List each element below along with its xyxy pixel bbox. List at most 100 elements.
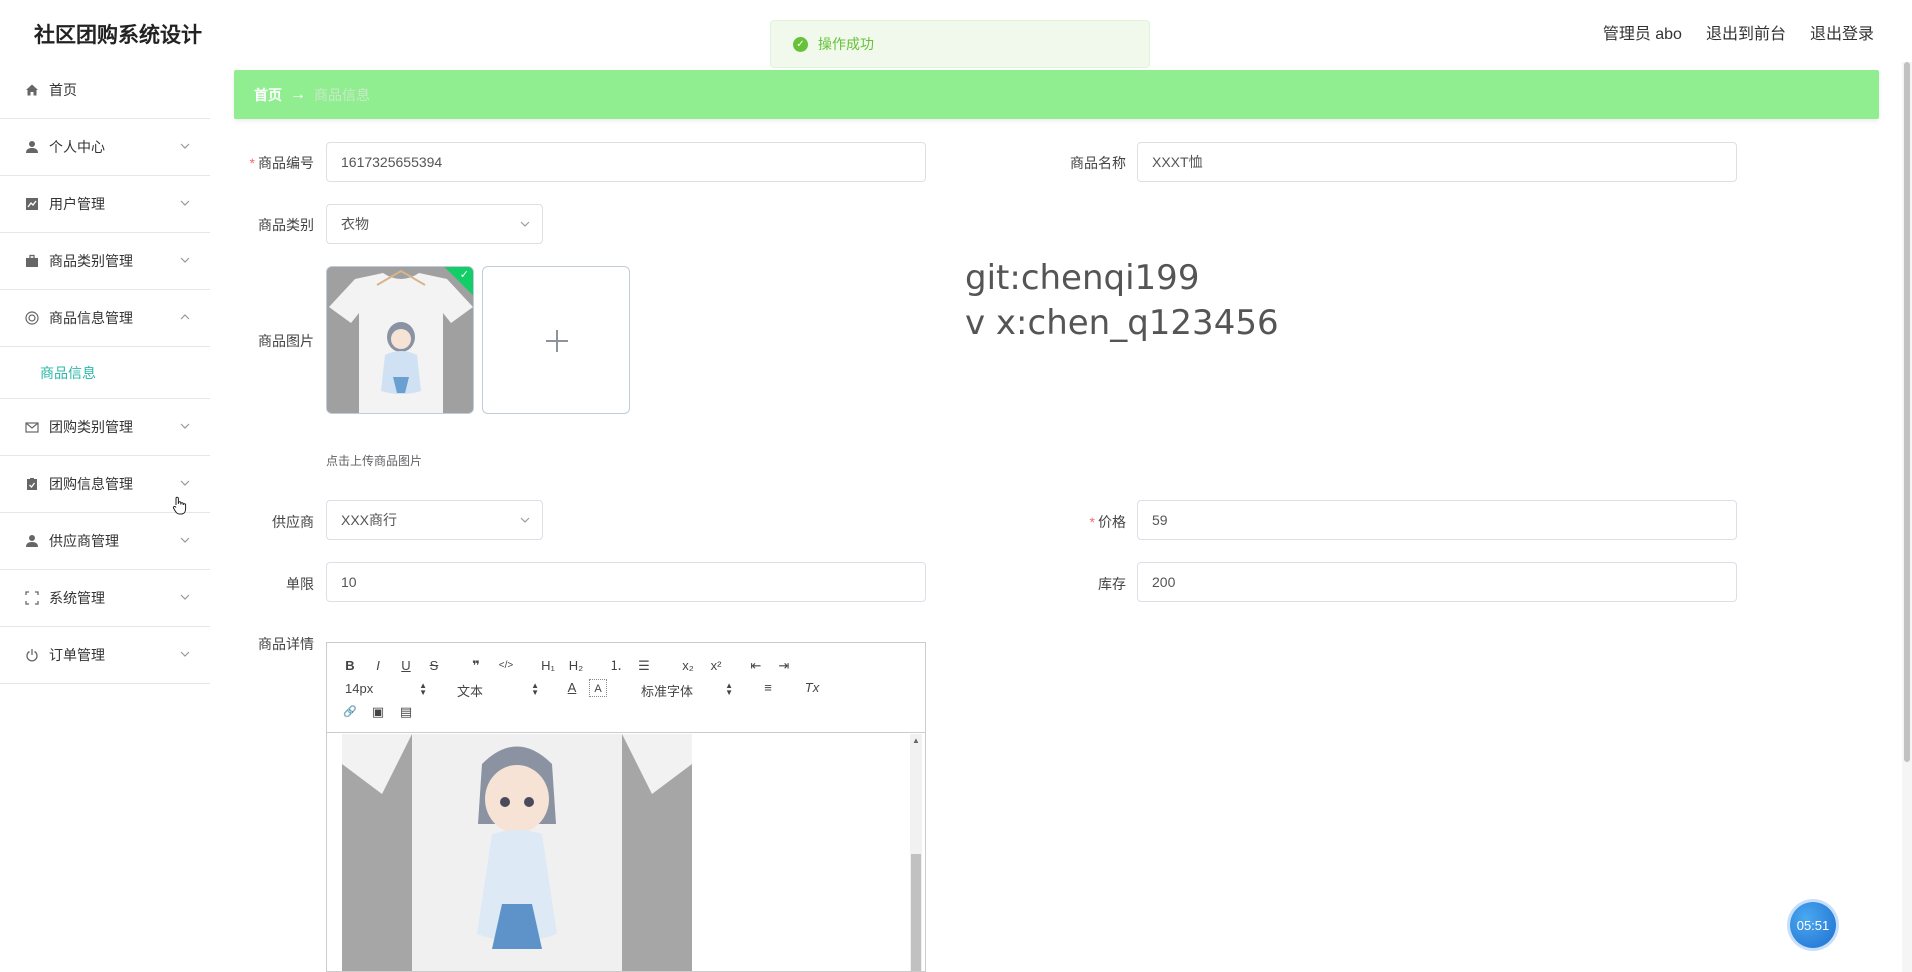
sidebar-item-label: 首页 <box>49 82 77 98</box>
sidebar: 首页 个人中心 用户管理 商品类别管理 商品信息管理 商品信息 团购类别管理 团… <box>0 62 210 972</box>
sidebar-item-label: 团购信息管理 <box>49 476 133 492</box>
chevron-down-icon <box>180 651 190 657</box>
header-links: 管理员 abo 退出到前台 退出登录 <box>1603 20 1874 44</box>
bold-button[interactable]: B <box>341 657 359 675</box>
sidebar-item-label: 订单管理 <box>49 647 105 663</box>
page-scroll-thumb[interactable] <box>1904 62 1910 762</box>
rich-text-editor[interactable]: B I U S ❞ </> H₁ H₂ ⒈ ☰ x₂ x² ⇤ ⇥ 14px ▲ ▼… <box>326 642 926 972</box>
chevron-down-icon <box>180 143 190 149</box>
scroll-up-icon[interactable]: ▲ <box>912 736 920 745</box>
supplier-selected-value: XXX商行 <box>341 512 398 528</box>
chevron-up-icon <box>180 314 190 320</box>
ordered-list-button[interactable]: ⒈ <box>607 657 625 675</box>
clear-format-button[interactable]: Tx <box>801 679 823 697</box>
sidebar-item-label: 商品信息管理 <box>49 310 133 326</box>
sidebar-item-personal-center[interactable]: 个人中心 <box>0 119 210 176</box>
to-frontend-link[interactable]: 退出到前台 <box>1706 20 1786 44</box>
chevron-down-icon <box>180 200 190 206</box>
link-button[interactable]: 🔗 <box>341 703 359 721</box>
chevron-down-icon <box>180 537 190 543</box>
uploaded-image-card[interactable]: ✓ <box>326 266 474 414</box>
watermark-line-2: v x:chen_q123456 <box>965 303 1279 343</box>
tshirt-image <box>327 267 473 413</box>
sidebar-item-product-management[interactable]: 商品信息管理 <box>0 290 210 347</box>
limit-label: 单限 <box>286 576 314 592</box>
product-name-input[interactable]: XXXT恤 <box>1137 142 1737 182</box>
background-color-button[interactable]: A <box>589 679 607 697</box>
h2-button[interactable]: H₂ <box>565 657 587 675</box>
sidebar-item-category-management[interactable]: 商品类别管理 <box>0 233 210 290</box>
logout-link[interactable]: 退出登录 <box>1810 20 1874 44</box>
page-scrollbar[interactable] <box>1902 62 1912 972</box>
sidebar-item-home[interactable]: 首页 <box>0 62 210 119</box>
watermark-text: git:chenqi199 v x:chen_q123456 <box>965 256 1279 346</box>
blockquote-button[interactable]: ❞ <box>467 657 485 675</box>
breadcrumb-current: 商品信息 <box>314 86 370 103</box>
success-toast: ✓ 操作成功 <box>770 20 1150 68</box>
bullet-list-button[interactable]: ☰ <box>635 657 653 675</box>
category-select[interactable]: 衣物 <box>326 204 543 244</box>
fullscreen-icon <box>24 590 40 606</box>
sidebar-item-label: 供应商管理 <box>49 533 119 549</box>
sidebar-item-supplier-management[interactable]: 供应商管理 <box>0 513 210 570</box>
hand-pointer-cursor-icon <box>172 496 187 515</box>
chart-icon <box>24 196 40 212</box>
breadcrumb-home[interactable]: 首页 <box>254 85 282 105</box>
editor-content[interactable] <box>327 734 925 971</box>
upload-image-button[interactable] <box>482 266 630 414</box>
editor-scroll-thumb[interactable] <box>911 854 921 971</box>
timer-badge[interactable]: 05:51 <box>1790 902 1836 948</box>
power-icon <box>24 647 40 663</box>
category-selected-value: 衣物 <box>341 216 369 232</box>
check-circle-icon: ✓ <box>793 36 808 52</box>
tshirt-detail-image <box>342 734 692 971</box>
stock-input[interactable]: 200 <box>1137 562 1737 602</box>
underline-button[interactable]: U <box>397 657 415 675</box>
subscript-button[interactable]: x₂ <box>677 657 699 675</box>
italic-button[interactable]: I <box>369 657 387 675</box>
outdent-button[interactable]: ⇤ <box>747 657 765 675</box>
sidebar-subitem-product-info[interactable]: 商品信息 <box>0 347 210 399</box>
header-select[interactable]: 文本 ▲ ▼ <box>457 681 539 700</box>
chevron-down-icon <box>180 423 190 429</box>
h1-button[interactable]: H₁ <box>537 657 559 675</box>
code-block-button[interactable]: </> <box>495 657 517 675</box>
sidebar-item-user-management[interactable]: 用户管理 <box>0 176 210 233</box>
breadcrumb-arrow: → <box>290 85 306 103</box>
editor-scrollbar[interactable]: ▲ <box>910 734 922 971</box>
font-size-select[interactable]: 14px ▲ ▼ <box>345 681 427 697</box>
toast-message: 操作成功 <box>818 36 874 52</box>
app-title: 社区团购系统设计 <box>34 24 202 47</box>
supplier-select[interactable]: XXX商行 <box>326 500 543 540</box>
user-icon <box>24 533 40 549</box>
chevron-down-icon <box>180 480 190 486</box>
image-button[interactable]: ▣ <box>369 703 387 721</box>
sidebar-item-groupbuy-category[interactable]: 团购类别管理 <box>0 399 210 456</box>
chevron-down-icon <box>520 517 530 523</box>
stock-label: 库存 <box>1098 576 1126 592</box>
video-button[interactable]: ▤ <box>397 703 415 721</box>
clipboard-icon <box>24 476 40 492</box>
admin-user-label[interactable]: 管理员 abo <box>1603 20 1682 44</box>
sidebar-item-label: 个人中心 <box>49 139 105 155</box>
chevron-down-icon <box>520 221 530 227</box>
home-icon <box>24 82 40 98</box>
user-icon <box>24 139 40 155</box>
chevron-down-icon <box>180 257 190 263</box>
sidebar-item-system-management[interactable]: 系统管理 <box>0 570 210 627</box>
product-no-input[interactable]: 1617325655394 <box>326 142 926 182</box>
chevron-down-icon <box>180 594 190 600</box>
sidebar-item-label: 用户管理 <box>49 196 105 212</box>
strikethrough-button[interactable]: S <box>425 657 443 675</box>
editor-product-image <box>342 734 692 971</box>
align-button[interactable]: ≡ <box>759 679 777 697</box>
font-color-button[interactable]: A <box>563 679 581 697</box>
price-input[interactable]: 59 <box>1137 500 1737 540</box>
font-family-select[interactable]: 标准字体 ▲ ▼ <box>641 681 733 700</box>
limit-input[interactable]: 10 <box>326 562 926 602</box>
editor-toolbar: B I U S ❞ </> H₁ H₂ ⒈ ☰ x₂ x² ⇤ ⇥ 14px ▲ ▼… <box>327 643 925 733</box>
sidebar-item-label: 系统管理 <box>49 590 105 606</box>
superscript-button[interactable]: x² <box>705 657 727 675</box>
indent-button[interactable]: ⇥ <box>775 657 793 675</box>
sidebar-item-order-management[interactable]: 订单管理 <box>0 627 210 684</box>
